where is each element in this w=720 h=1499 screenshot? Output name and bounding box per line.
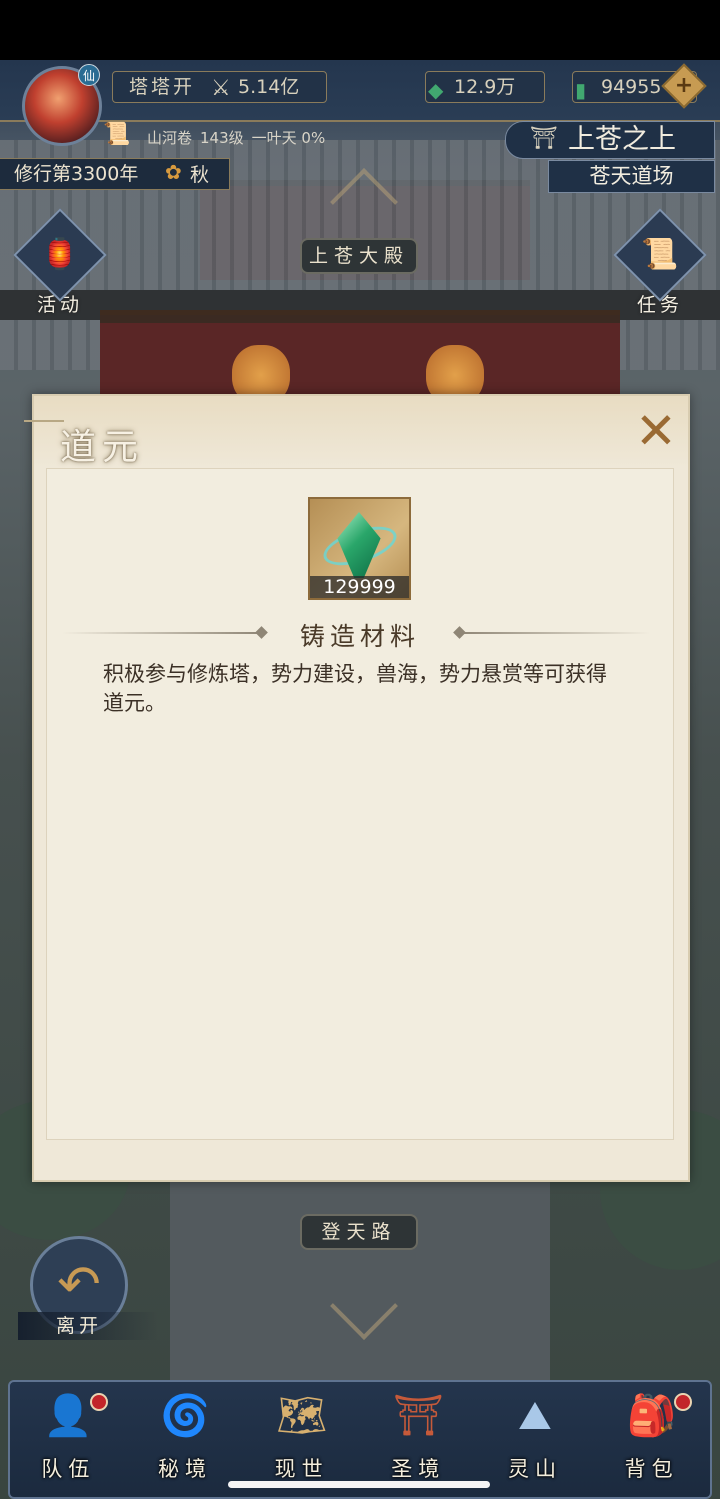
home-indicator[interactable] (228, 1481, 490, 1488)
nav-label: 现世 (274, 1457, 329, 1481)
close-icon[interactable]: ✕ (628, 405, 684, 461)
activity-button[interactable]: 🏮 活动 (13, 208, 107, 317)
combat-power-value: 5.14亿 (238, 76, 300, 98)
nav-label: 灵山 (507, 1457, 562, 1481)
nav-label: 队伍 (41, 1457, 96, 1481)
nav-team[interactable]: 👤 队伍 (18, 1383, 118, 1491)
task-button[interactable]: 📜 任务 (613, 208, 707, 317)
nav-spirit-mountain[interactable]: ⛰ 灵山 (485, 1383, 585, 1491)
combat-power-icon: ⚔ (211, 76, 231, 101)
item-count: 129999 (310, 576, 409, 598)
scroll-icon: 📜 (103, 122, 131, 147)
team-icon: 👤 (43, 1393, 94, 1439)
mountain-icon: ⛰ (518, 1393, 552, 1439)
temple-icon: ⛩ (392, 1393, 444, 1439)
realm-book: 山河卷 (147, 129, 193, 147)
upper-hall-plate[interactable]: 上苍大殿 (300, 238, 418, 274)
location-emblem-icon: ⛩ (530, 126, 558, 151)
realm-info[interactable]: 山河卷 143级 一叶天 0% (147, 127, 325, 148)
jade-value: 12.9万 (454, 76, 516, 98)
nav-backpack[interactable]: 🎒 背包 (602, 1383, 702, 1491)
scroll-map-icon: 🗺 (276, 1393, 328, 1439)
player-info-pill[interactable]: 塔塔开 ⚔ 5.14亿 (112, 71, 327, 103)
item-description: 积极参与修炼塔，势力建设，兽海，势力悬赏等可获得道元。 (103, 662, 607, 715)
leave-label: 离开 (18, 1312, 158, 1340)
dialog-title: 道元 (60, 427, 145, 468)
chevron-up-icon[interactable] (318, 160, 408, 210)
vortex-icon: 🌀 (160, 1393, 210, 1439)
title-decoration (24, 420, 64, 426)
divider-right (460, 632, 650, 634)
spirit-stone-icon: ▮ (575, 78, 587, 102)
realm-stage: 一叶天 0% (251, 129, 326, 147)
notification-dot (673, 1393, 692, 1411)
notification-dot (90, 1393, 109, 1411)
nav-secret-realm[interactable]: 🌀 秘境 (135, 1383, 235, 1491)
heaven-road-plate[interactable]: 登天路 (300, 1214, 418, 1250)
task-scroll-icon: 📜 (641, 237, 679, 272)
season-label: 秋 (190, 164, 210, 186)
realm-level: 143级 (200, 129, 244, 147)
location-subtitle: 苍天道场 (548, 160, 715, 193)
nav-holy-realm[interactable]: ⛩ 圣境 (368, 1383, 468, 1491)
jade-icon: ◆ (428, 78, 444, 102)
maple-leaf-icon: ✿ (165, 160, 182, 184)
jade-resource[interactable]: ◆ 12.9万 (425, 71, 545, 103)
bag-icon: 🎒 (626, 1393, 677, 1439)
lantern-icon: 🏮 (41, 237, 79, 272)
divider-left (62, 632, 262, 634)
return-arrow-icon: ↶ (57, 1255, 101, 1315)
nav-label: 圣境 (391, 1457, 446, 1481)
nav-label: 秘境 (157, 1457, 212, 1481)
item-category: 铸造材料 (299, 622, 420, 651)
immortal-badge: 仙 (78, 64, 100, 86)
chevron-down-icon[interactable] (318, 1290, 408, 1340)
nav-label: 背包 (624, 1457, 679, 1481)
spirit-stone-value: 94955 (601, 76, 662, 98)
nav-mortal-world[interactable]: 🗺 现世 (252, 1383, 352, 1491)
plus-icon: + (674, 73, 694, 98)
player-name: 塔塔开 (129, 76, 196, 98)
